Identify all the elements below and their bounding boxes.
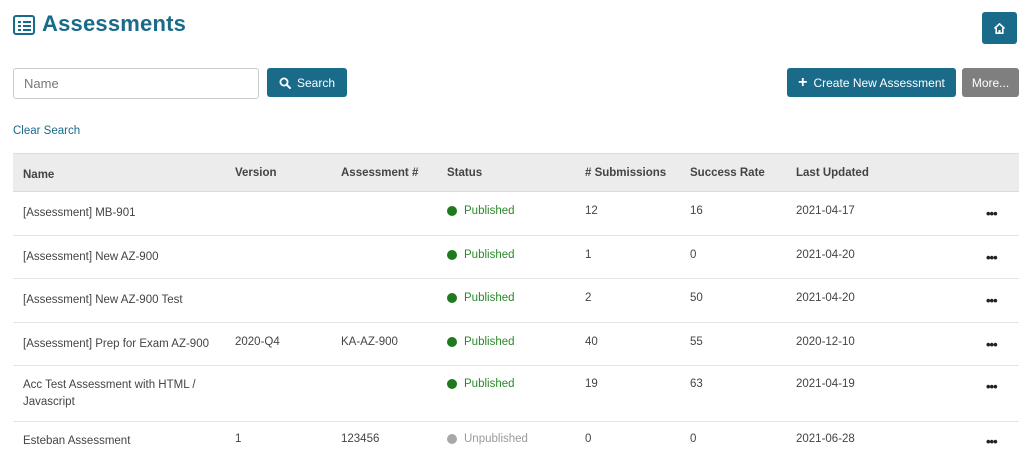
row-actions-icon[interactable]: ••• [986,434,998,449]
assessments-table: Name Version Assessment # Status # Submi… [13,153,1019,462]
last-updated: 2021-06-28 [796,433,855,445]
status-badge: Published [447,378,515,390]
status-label: Published [464,292,515,304]
table-row[interactable]: Esteban Assessment 1 123456 Unpublished … [13,422,1019,462]
assessment-number: 123456 [341,433,380,445]
table-row[interactable]: [Assessment] New AZ-900 Test Published 2… [13,279,1019,323]
create-new-assessment-button[interactable]: + Create New Assessment [787,68,956,97]
status-dot-icon [447,379,457,389]
assessment-name[interactable]: Acc Test Assessment with HTML / Javascri… [23,377,223,411]
table-row[interactable]: Acc Test Assessment with HTML / Javascri… [13,366,1019,422]
status-label: Published [464,205,515,217]
status-dot-icon [447,434,457,444]
last-updated: 2021-04-19 [796,378,855,390]
assessment-name[interactable]: [Assessment] New AZ-900 Test [23,292,223,309]
status-dot-icon [447,337,457,347]
status-label: Published [464,249,515,261]
list-icon [13,15,35,35]
status-label: Published [464,336,515,348]
home-button[interactable] [982,12,1017,44]
submissions-count: 40 [585,336,598,348]
column-header-submissions[interactable]: # Submissions [585,167,666,179]
success-rate: 63 [690,378,703,390]
search-icon [279,77,291,89]
submissions-count: 0 [585,433,592,445]
table-row[interactable]: [Assessment] MB-901 Published 12 16 2021… [13,192,1019,236]
search-button[interactable]: Search [267,68,347,97]
submissions-count: 19 [585,378,598,390]
table-row[interactable]: [Assessment] New AZ-900 Published 1 0 20… [13,236,1019,279]
table-row[interactable]: [Assessment] Prep for Exam AZ-900 2020-Q… [13,323,1019,366]
search-button-label: Search [296,75,336,90]
status-dot-icon [447,293,457,303]
submissions-count: 1 [585,249,592,261]
more-button-label: More... [971,75,1010,90]
last-updated: 2021-04-20 [796,249,855,261]
assessment-number: KA-AZ-900 [341,336,398,348]
table-header: Name Version Assessment # Status # Submi… [13,153,1019,192]
column-header-success-rate[interactable]: Success Rate [690,167,765,179]
submissions-count: 2 [585,292,592,304]
status-badge: Published [447,249,515,261]
submissions-count: 12 [585,205,598,217]
assessment-version: 1 [235,433,242,445]
status-dot-icon [447,206,457,216]
clear-search-link[interactable]: Clear Search [13,125,80,137]
assessment-name[interactable]: [Assessment] Prep for Exam AZ-900 [23,336,223,353]
search-input[interactable] [13,68,259,99]
column-header-version[interactable]: Version [235,167,277,179]
assessment-name[interactable]: Esteban Assessment [23,433,223,450]
assessment-name[interactable]: [Assessment] New AZ-900 [23,249,223,266]
last-updated: 2021-04-20 [796,292,855,304]
column-header-assessment-number[interactable]: Assessment # [341,167,418,179]
row-actions-icon[interactable]: ••• [986,293,998,308]
status-badge: Published [447,292,515,304]
row-actions-icon[interactable]: ••• [986,250,998,265]
status-label: Unpublished [464,433,528,445]
more-button[interactable]: More... [962,68,1019,97]
assessment-version: 2020-Q4 [235,336,280,348]
home-icon [993,22,1006,34]
column-header-name[interactable]: Name [23,167,223,184]
success-rate: 55 [690,336,703,348]
create-button-label: Create New Assessment [813,75,945,90]
row-actions-icon[interactable]: ••• [986,379,998,394]
last-updated: 2020-12-10 [796,336,855,348]
status-badge: Published [447,336,515,348]
success-rate: 0 [690,433,697,445]
status-label: Published [464,378,515,390]
page-title: Assessments [42,11,187,36]
row-actions-icon[interactable]: ••• [986,206,998,221]
plus-icon: + [798,73,808,91]
status-dot-icon [447,250,457,260]
column-header-status[interactable]: Status [447,167,482,179]
status-badge: Published [447,205,515,217]
column-header-last-updated[interactable]: Last Updated [796,167,869,179]
status-badge: Unpublished [447,433,528,445]
success-rate: 16 [690,205,703,217]
row-actions-icon[interactable]: ••• [986,337,998,352]
page-header: Assessments [0,0,1024,56]
assessment-name[interactable]: [Assessment] MB-901 [23,205,223,222]
success-rate: 50 [690,292,703,304]
success-rate: 0 [690,249,697,261]
last-updated: 2021-04-17 [796,205,855,217]
